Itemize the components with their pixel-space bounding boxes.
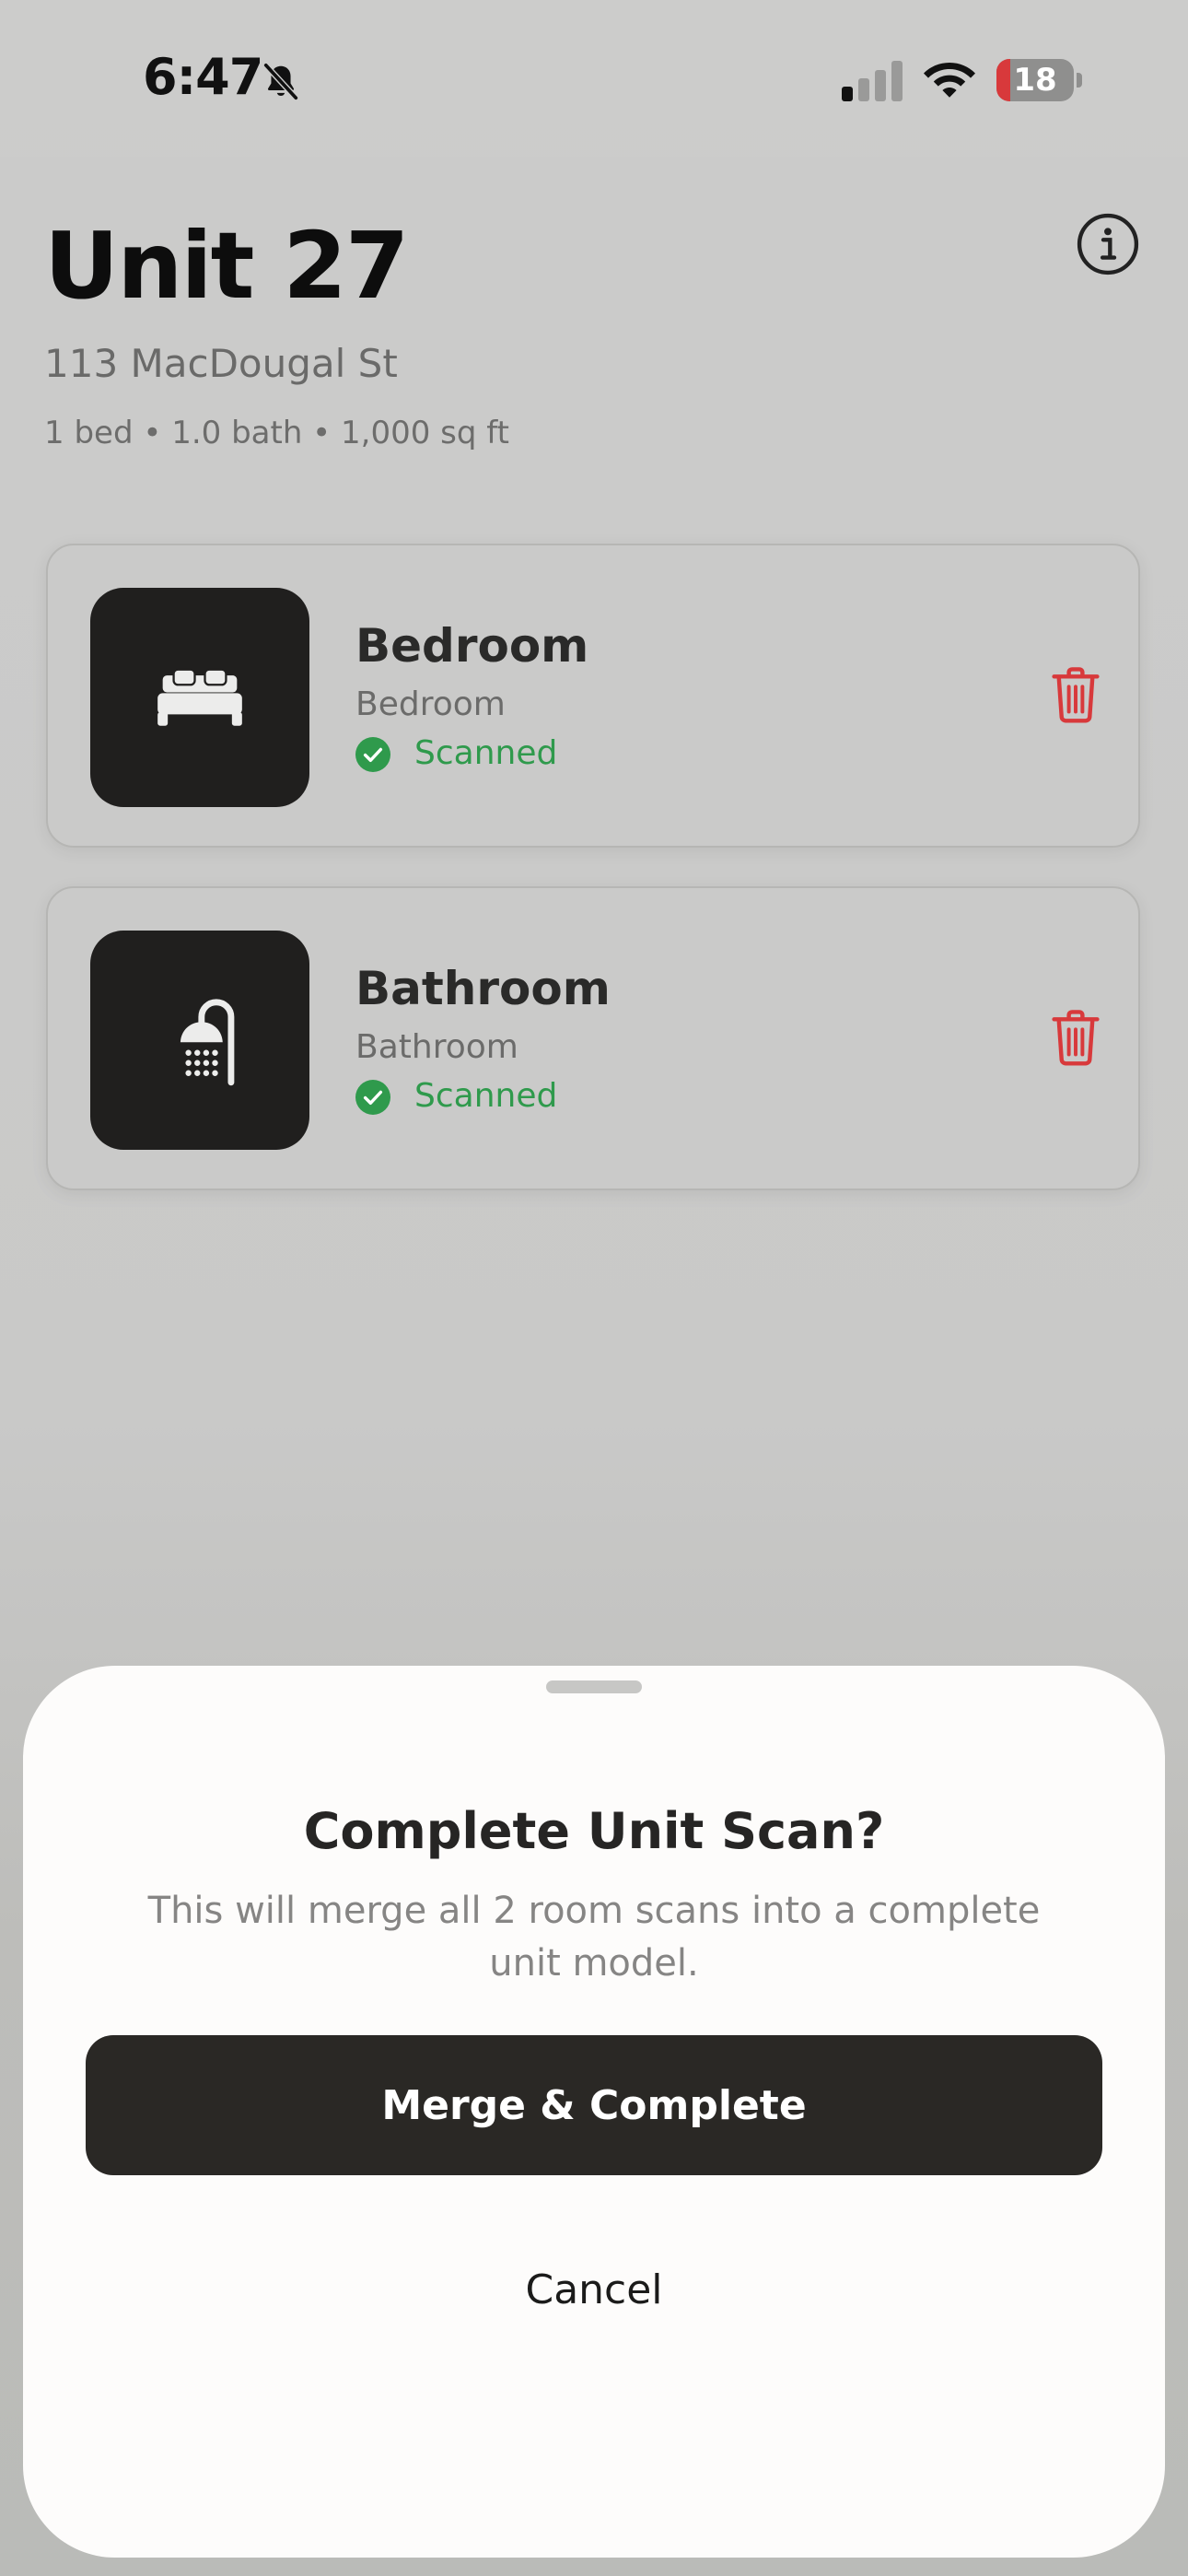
checkmark-circle-icon <box>355 737 390 772</box>
room-thumbnail <box>90 588 309 807</box>
merge-complete-button[interactable]: Merge & Complete <box>86 2035 1102 2175</box>
status-label: Scanned <box>414 734 558 772</box>
trash-icon[interactable] <box>1050 665 1101 724</box>
page-title: Unit 27 <box>44 212 409 320</box>
battery-icon: 18 <box>996 59 1082 101</box>
sheet-title: Complete Unit Scan? <box>303 1802 885 1860</box>
room-card-bedroom[interactable]: Bedroom Bedroom Scanned <box>46 544 1140 848</box>
trash-icon[interactable] <box>1050 1008 1101 1067</box>
cellular-signal-icon <box>842 61 903 101</box>
unit-details: 1 bed • 1.0 bath • 1,000 sq ft <box>44 415 509 451</box>
status-time: 6:47 <box>143 48 263 106</box>
room-type: Bathroom <box>355 1028 518 1066</box>
shower-icon <box>180 999 235 1086</box>
bell-slash-icon <box>262 62 299 101</box>
room-name: Bedroom <box>355 619 589 673</box>
room-type: Bedroom <box>355 685 506 723</box>
battery-level: 18 <box>1013 62 1057 99</box>
checkmark-circle-icon <box>355 1080 390 1115</box>
status-bar: 6:47 18 <box>0 0 1188 157</box>
sheet-message: This will merge all 2 room scans into a … <box>147 1890 1041 1985</box>
status-label: Scanned <box>414 1077 558 1115</box>
cancel-button[interactable]: Cancel <box>502 2257 686 2322</box>
info-circle-icon[interactable] <box>1076 212 1140 276</box>
room-name: Bathroom <box>355 962 611 1015</box>
wifi-icon <box>924 63 975 98</box>
unit-header: Unit 27 113 MacDougal St 1 bed • 1.0 bat… <box>0 157 1188 498</box>
battery-cap <box>1077 73 1082 88</box>
room-card-bathroom[interactable]: Bathroom Bathroom Scanned <box>46 886 1140 1190</box>
room-thumbnail <box>90 931 309 1150</box>
bed-icon <box>157 668 242 726</box>
sheet-grabber[interactable] <box>546 1680 642 1693</box>
unit-address: 113 MacDougal St <box>44 341 398 386</box>
complete-scan-sheet: Complete Unit Scan? This will merge all … <box>23 1666 1165 2558</box>
battery-body: 18 <box>996 59 1074 101</box>
